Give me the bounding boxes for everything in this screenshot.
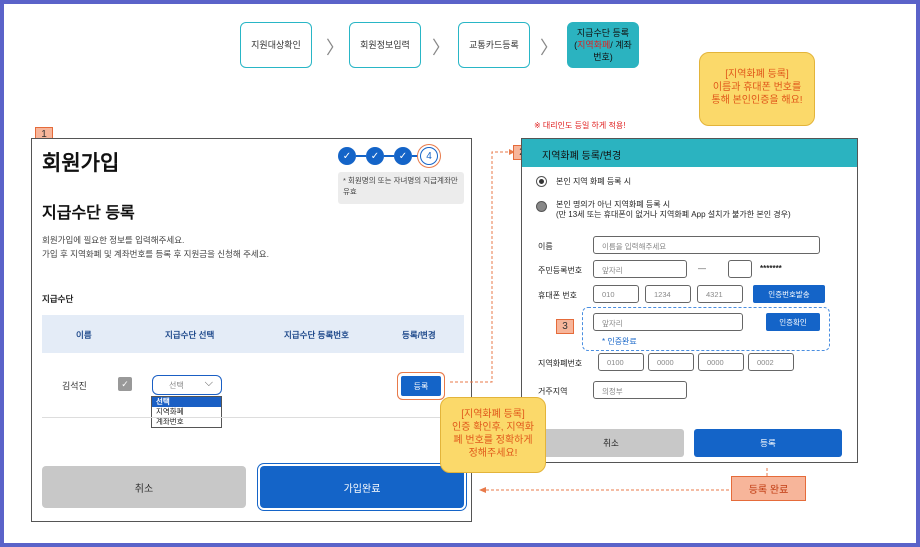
region-label: 거주지역 — [538, 387, 568, 396]
radio-other[interactable] — [536, 201, 547, 212]
registration-complete-tag: 등록 완료 — [731, 476, 806, 501]
send-code-button[interactable]: 인증번호발송 — [753, 285, 825, 303]
callout-register-number: [지역화폐 등록] 인증 확인후, 지역화 폐 번호를 정확하게 정해주세요! — [440, 397, 546, 473]
phone-label: 휴대폰 번호 — [538, 291, 578, 300]
phone-input-1[interactable]: 010 — [593, 285, 639, 303]
cancel-button[interactable]: 취소 — [538, 429, 684, 457]
radio-other-label: 본인 명의가 아닌 지역화폐 등록 시 (만 13세 또는 휴대폰이 없거나 지… — [556, 200, 791, 219]
card-number-label: 지역화폐번호 — [538, 359, 583, 368]
radio-self-label: 본인 지역 화폐 등록 시 — [556, 177, 632, 186]
name-input[interactable]: 이름을 입력해주세요 — [593, 236, 820, 254]
radio-self[interactable] — [536, 176, 547, 187]
phone-input-2[interactable]: 1234 — [645, 285, 691, 303]
verification-code-input[interactable]: 앞자리 — [593, 313, 743, 331]
panel-header: 지역화폐 등록/변경 — [522, 139, 857, 167]
rrn-back-input[interactable] — [728, 260, 752, 278]
card-input-1[interactable]: 0100 — [598, 353, 644, 371]
rrn-dash: — — [698, 264, 706, 273]
card-input-2[interactable]: 0000 — [648, 353, 694, 371]
rrn-front-input[interactable]: 앞자리 — [593, 260, 687, 278]
proxy-warning: ※ 대리인도 등일 하게 적용! — [534, 121, 626, 130]
rrn-label: 주민등록번호 — [538, 266, 583, 275]
card-input-3[interactable]: 0000 — [698, 353, 744, 371]
verify-button[interactable]: 인증확인 — [766, 313, 820, 331]
card-input-4[interactable]: 0002 — [748, 353, 794, 371]
verified-text: * 인증완료 — [602, 337, 637, 346]
name-label: 이름 — [538, 242, 553, 251]
badge-3: 3 — [556, 319, 574, 334]
register-submit-button[interactable]: 등록 — [694, 429, 842, 457]
rrn-mask: ******* — [760, 264, 782, 273]
phone-input-3[interactable]: 4321 — [697, 285, 743, 303]
region-input[interactable]: 의정부 — [593, 381, 687, 399]
local-currency-panel: 지역화폐 등록/변경 본인 지역 화폐 등록 시 본인 명의가 아닌 지역화폐 … — [521, 138, 858, 463]
